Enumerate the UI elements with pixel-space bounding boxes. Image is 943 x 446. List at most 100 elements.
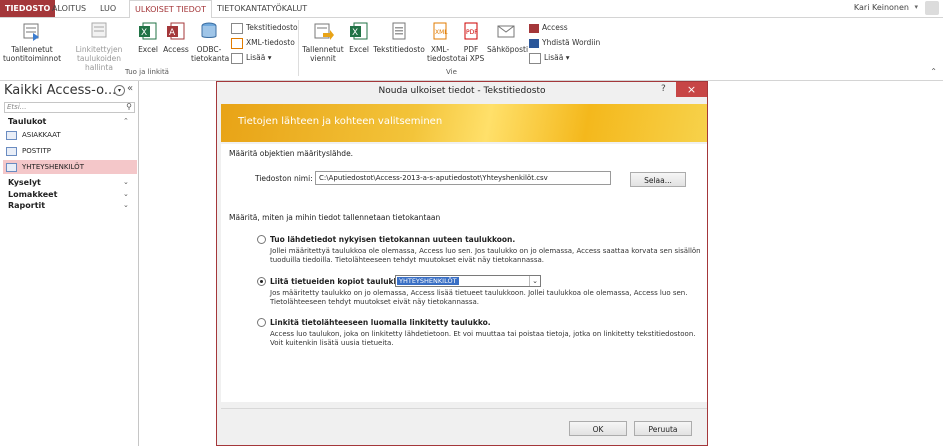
filename-label: Tiedoston nimi:	[255, 174, 313, 183]
dialog-content: Määritä objektien määrityslähde. Tiedost…	[221, 144, 707, 402]
text-file-icon	[392, 22, 406, 40]
svg-text:X: X	[352, 28, 358, 38]
close-button[interactable]: ×	[676, 82, 707, 97]
svg-text:PDF: PDF	[466, 29, 478, 36]
collapse-nav-icon[interactable]: «	[127, 83, 133, 94]
user-name[interactable]: Kari Keinonen	[854, 3, 909, 12]
dialog-title: Nouda ulkoiset tiedot - Tekstitiedosto	[378, 86, 546, 96]
export-more-button[interactable]: Lisää ▾	[529, 52, 570, 64]
browse-button[interactable]: Selaa...	[630, 172, 686, 187]
tab-database-tools[interactable]: TIETOKANTATYÖKALUT	[212, 0, 312, 17]
nav-group-queries[interactable]: Kyselyt	[8, 178, 41, 187]
tab-create[interactable]: LUO	[95, 0, 121, 17]
nav-table-item[interactable]: POSTITP	[6, 144, 138, 158]
excel-icon: X	[350, 22, 368, 40]
dialog-banner: Tietojen lähteen ja kohteen valitseminen	[221, 104, 707, 142]
word-icon	[529, 38, 539, 48]
expand-group-icon[interactable]: ⌄	[123, 178, 129, 186]
saved-imports-icon	[23, 23, 39, 41]
append-table-value: YHTEYSHENKILÖT	[397, 277, 459, 285]
access-icon: A	[167, 22, 185, 40]
import-excel-button[interactable]: X Excel	[136, 21, 160, 54]
append-records-radio[interactable]	[257, 277, 266, 286]
export-email-button[interactable]: Sähköposti	[487, 21, 528, 54]
xml-file-icon	[231, 37, 243, 49]
collapse-group-icon[interactable]: ⌃	[123, 117, 129, 125]
ribbon-tab-bar: TIEDOSTO ALOITUS LUO ULKOISET TIEDOT TIE…	[0, 0, 943, 19]
navigation-pane: Kaikki Access-o... ▾ « Etsi... ⚲ Tauluko…	[0, 81, 139, 446]
saved-exports-icon	[314, 23, 334, 40]
export-xml-button[interactable]: XML XML- tiedosto	[427, 21, 457, 63]
saved-exports-button[interactable]: Tallennetut viennit	[301, 21, 345, 63]
tab-home[interactable]: ALOITUS	[47, 0, 91, 17]
text-file-icon	[231, 22, 243, 34]
export-group-label: Vie	[446, 68, 457, 76]
import-new-table-radio[interactable]	[257, 235, 266, 244]
table-icon	[6, 130, 17, 140]
import-new-table-desc-2: tuoduilla tiedoilla. Tietolähteeseen teh…	[270, 256, 544, 264]
import-text-file-button[interactable]: Tekstitiedosto	[231, 22, 298, 34]
dialog-divider	[221, 408, 707, 409]
dialog-title-bar: Nouda ulkoiset tiedot - Tekstitiedosto ?…	[217, 82, 707, 100]
linked-table-manager-button[interactable]: Linkitettyjen taulukoiden hallinta	[64, 21, 134, 72]
export-pdf-button[interactable]: PDF PDF tai XPS	[456, 21, 486, 63]
import-more-button[interactable]: Lisää ▾	[231, 52, 272, 64]
storage-heading: Määritä, miten ja mihin tiedot tallennet…	[229, 213, 441, 222]
cancel-button[interactable]: Peruuta	[634, 421, 692, 436]
nav-group-forms[interactable]: Lomakkeet	[8, 190, 57, 199]
link-table-label[interactable]: Linkitä tietolähteeseen luomalla linkite…	[270, 318, 491, 327]
excel-icon: X	[139, 22, 157, 40]
table-icon	[6, 146, 17, 156]
banner-heading: Tietojen lähteen ja kohteen valitseminen	[238, 116, 443, 127]
svg-text:X: X	[141, 28, 147, 38]
svg-text:XML: XML	[435, 29, 448, 36]
user-dropdown-icon[interactable]: ▾	[914, 3, 918, 11]
link-table-desc-2: Voit kuitenkin lisätä uusia tietueita.	[270, 339, 394, 347]
collapse-ribbon-icon[interactable]: ⌃	[930, 67, 937, 76]
svg-text:A: A	[169, 28, 176, 38]
ok-button[interactable]: OK	[569, 421, 627, 436]
import-access-button[interactable]: A Access	[163, 21, 189, 54]
append-records-desc-1: Jos määritetty taulukko on jo olemassa, …	[270, 289, 688, 297]
email-icon	[497, 25, 515, 38]
ribbon-separator	[298, 20, 299, 76]
import-odbc-button[interactable]: ODBC- tietokanta	[191, 21, 229, 63]
nav-table-item-selected[interactable]: YHTEYSHENKILÖT	[3, 160, 137, 174]
user-avatar[interactable]	[925, 1, 939, 15]
link-table-radio[interactable]	[257, 318, 266, 327]
ribbon: Tallennetut tuontitoiminnot Linkitettyje…	[0, 18, 943, 81]
expand-group-icon[interactable]: ⌄	[123, 190, 129, 198]
access-icon	[529, 23, 539, 33]
nav-search-input[interactable]: Etsi...	[7, 103, 26, 111]
more-icon	[231, 52, 243, 64]
link-table-desc-1: Access luo taulukon, joka on linkitetty …	[270, 330, 696, 338]
import-group-label: Tuo ja linkitä	[125, 68, 169, 76]
import-xml-file-button[interactable]: XML-tiedosto	[231, 37, 295, 49]
xml-file-icon: XML	[433, 22, 448, 40]
expand-group-icon[interactable]: ⌄	[123, 201, 129, 209]
saved-imports-button[interactable]: Tallennetut tuontitoiminnot	[2, 21, 62, 63]
chevron-down-icon[interactable]: ⌄	[529, 276, 540, 286]
merge-word-button[interactable]: Yhdistä Wordiin	[529, 37, 600, 48]
nav-title[interactable]: Kaikki Access-o...	[4, 83, 116, 98]
more-icon	[529, 52, 541, 64]
tab-external-data[interactable]: ULKOISET TIEDOT	[129, 0, 212, 19]
filename-input[interactable]: C:\Aputiedostot\Access-2013-a-s-aputiedo…	[319, 174, 548, 182]
export-text-file-button[interactable]: Tekstitiedosto	[373, 21, 425, 54]
help-button[interactable]: ?	[661, 84, 666, 94]
import-new-table-label[interactable]: Tuo lähdetiedot nykyisen tietokannan uut…	[270, 235, 515, 244]
import-new-table-desc-1: Jollei määritettyä taulukkoa ole olemass…	[270, 247, 701, 255]
search-icon[interactable]: ⚲	[126, 102, 132, 111]
nav-table-item[interactable]: ASIAKKAAT	[6, 128, 138, 142]
export-access-button[interactable]: Access	[529, 22, 568, 33]
append-table-select[interactable]: YHTEYSHENKILÖT ⌄	[395, 275, 541, 287]
nav-group-reports[interactable]: Raportit	[8, 201, 45, 210]
nav-search-box[interactable]: Etsi... ⚲	[4, 102, 135, 113]
source-heading: Määritä objektien määrityslähde.	[229, 149, 354, 158]
import-text-dialog: Nouda ulkoiset tiedot - Tekstitiedosto ?…	[216, 81, 708, 446]
nav-group-tables[interactable]: Taulukot	[8, 117, 46, 126]
filename-field[interactable]: C:\Aputiedostot\Access-2013-a-s-aputiedo…	[315, 171, 611, 185]
pdf-icon: PDF	[464, 22, 478, 40]
export-excel-button[interactable]: X Excel	[347, 21, 371, 54]
nav-menu-icon[interactable]: ▾	[114, 85, 125, 96]
